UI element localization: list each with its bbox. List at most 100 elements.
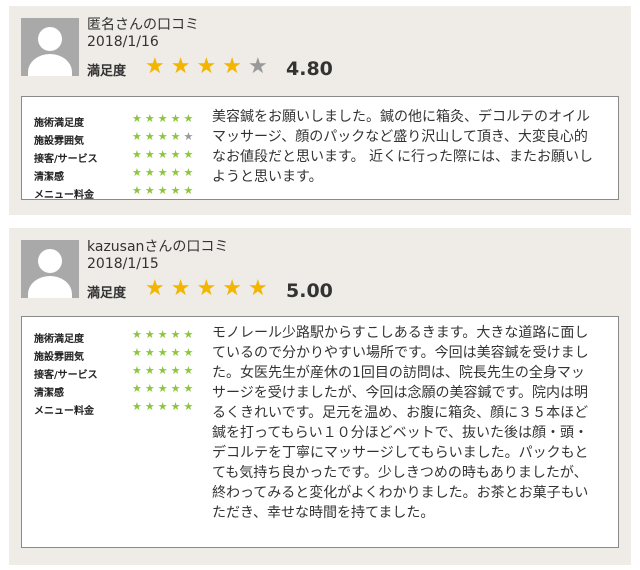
- category-stars: ★★★★★: [132, 166, 196, 179]
- star-icon: ★: [247, 54, 274, 79]
- star-icon: ★: [157, 166, 171, 179]
- reviewer-name: kazusanさんの口コミ: [87, 239, 229, 255]
- category-label: 清潔感: [34, 388, 64, 399]
- category-stars: ★★★★★: [132, 130, 196, 143]
- category-label: 清潔感: [34, 172, 64, 183]
- star-icon: ★: [183, 130, 197, 143]
- star-icon: ★: [144, 382, 158, 395]
- category-label: メニュー料金: [34, 190, 94, 201]
- star-icon: ★: [170, 130, 184, 143]
- overall-score: 5.00: [286, 280, 333, 302]
- star-icon: ★: [183, 364, 197, 377]
- review-card: kazusanさんの口コミ 2018/1/15 満足度 ★★★★★ 5.00 施…: [9, 228, 631, 565]
- star-icon: ★: [183, 166, 197, 179]
- review-card: 匿名さんの口コミ 2018/1/16 満足度 ★★★★★ 4.80 施術満足度 …: [9, 6, 631, 215]
- star-icon: ★: [157, 112, 171, 125]
- star-icon: ★: [132, 130, 145, 143]
- star-icon: ★: [222, 54, 248, 79]
- star-icon: ★: [144, 328, 158, 341]
- star-icon: ★: [157, 328, 171, 341]
- star-icon: ★: [183, 400, 197, 413]
- star-icon: ★: [170, 382, 184, 395]
- category-row: 施設雰囲気 ★★★★★: [34, 130, 204, 149]
- star-icon: ★: [183, 184, 197, 197]
- overall-rating-stars: ★★★★★: [145, 276, 274, 301]
- review-date: 2018/1/16: [87, 34, 159, 50]
- star-icon: ★: [170, 54, 197, 79]
- star-icon: ★: [132, 328, 145, 341]
- category-row: 施術満足度 ★★★★★: [34, 112, 204, 131]
- star-icon: ★: [170, 276, 197, 301]
- star-icon: ★: [145, 276, 171, 301]
- star-icon: ★: [222, 276, 248, 301]
- category-row: メニュー料金 ★★★★★: [34, 184, 204, 203]
- star-icon: ★: [144, 184, 158, 197]
- review-comment: 美容鍼をお願いしました。鍼の他に箱灸、デコルテのオイルマッサージ、顔のパックなど…: [212, 109, 594, 185]
- star-icon: ★: [144, 364, 158, 377]
- star-icon: ★: [170, 364, 184, 377]
- star-icon: ★: [132, 184, 145, 197]
- category-stars: ★★★★★: [132, 328, 196, 341]
- star-icon: ★: [157, 130, 171, 143]
- star-icon: ★: [170, 184, 184, 197]
- star-icon: ★: [132, 112, 145, 125]
- overall-score: 4.80: [286, 58, 333, 80]
- category-label: 接客/サービス: [34, 154, 98, 165]
- review-detail-box: 施術満足度 ★★★★★ 施設雰囲気 ★★★★★ 接客/サービス ★★★★★ 清潔…: [21, 96, 619, 203]
- star-icon: ★: [170, 346, 184, 359]
- overall-rating-stars: ★★★★★: [145, 54, 274, 79]
- category-label: メニュー料金: [34, 406, 94, 417]
- category-label: 施術満足度: [34, 334, 84, 345]
- star-icon: ★: [183, 346, 197, 359]
- star-icon: ★: [132, 148, 145, 161]
- star-icon: ★: [183, 112, 197, 125]
- category-label: 施設雰囲気: [34, 352, 84, 363]
- star-icon: ★: [157, 148, 171, 161]
- category-stars: ★★★★★: [132, 112, 196, 125]
- star-icon: ★: [157, 364, 171, 377]
- star-icon: ★: [157, 400, 171, 413]
- category-row: 接客/サービス ★★★★★: [34, 148, 204, 167]
- review-detail-box: 施術満足度 ★★★★★ 施設雰囲気 ★★★★★ 接客/サービス ★★★★★ 清潔…: [21, 316, 619, 548]
- review-comment: モノレール少路駅からすこしあるきます。大きな道路に面しているので分かりやすい場所…: [212, 325, 589, 521]
- category-label: 施術満足度: [34, 118, 84, 129]
- category-row: 施術満足度 ★★★★★: [34, 328, 204, 347]
- star-icon: ★: [144, 346, 158, 359]
- user-avatar-icon: [21, 240, 79, 298]
- category-row: 施設雰囲気 ★★★★★: [34, 346, 204, 365]
- star-icon: ★: [132, 382, 145, 395]
- star-icon: ★: [170, 328, 184, 341]
- star-icon: ★: [132, 166, 145, 179]
- star-icon: ★: [145, 54, 171, 79]
- star-icon: ★: [144, 130, 158, 143]
- category-row: 清潔感 ★★★★★: [34, 382, 204, 401]
- star-icon: ★: [144, 166, 158, 179]
- star-icon: ★: [183, 328, 197, 341]
- category-stars: ★★★★★: [132, 184, 196, 197]
- star-icon: ★: [157, 382, 171, 395]
- star-icon: ★: [132, 400, 145, 413]
- star-icon: ★: [247, 276, 274, 301]
- star-icon: ★: [144, 400, 158, 413]
- star-icon: ★: [144, 148, 158, 161]
- star-icon: ★: [157, 346, 171, 359]
- user-avatar-icon: [21, 18, 79, 76]
- satisfaction-label: 満足度: [87, 286, 127, 301]
- star-icon: ★: [196, 276, 223, 301]
- star-icon: ★: [157, 184, 171, 197]
- review-date: 2018/1/15: [87, 256, 159, 272]
- star-icon: ★: [183, 382, 197, 395]
- category-stars: ★★★★★: [132, 364, 196, 377]
- category-row: 接客/サービス ★★★★★: [34, 364, 204, 383]
- star-icon: ★: [170, 148, 184, 161]
- category-label: 接客/サービス: [34, 370, 98, 381]
- star-icon: ★: [132, 364, 145, 377]
- star-icon: ★: [170, 166, 184, 179]
- star-icon: ★: [170, 112, 184, 125]
- category-label: 施設雰囲気: [34, 136, 84, 147]
- category-stars: ★★★★★: [132, 148, 196, 161]
- reviewer-name: 匿名さんの口コミ: [87, 17, 199, 33]
- star-icon: ★: [132, 346, 145, 359]
- star-icon: ★: [196, 54, 223, 79]
- star-icon: ★: [183, 148, 197, 161]
